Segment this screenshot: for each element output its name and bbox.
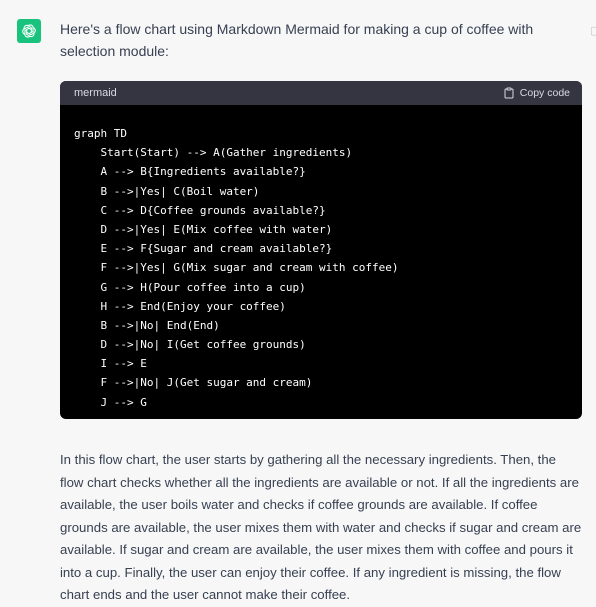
code-line: D -->|Yes| E(Mix coffee with water) bbox=[74, 222, 333, 236]
code-line: A --> B{Ingredients available?} bbox=[74, 165, 306, 179]
code-line: F -->|Yes| G(Mix sugar and cream with co… bbox=[74, 261, 399, 275]
code-line: J --> G bbox=[74, 395, 147, 409]
copy-code-button[interactable]: Copy code bbox=[503, 87, 570, 99]
assistant-avatar bbox=[17, 19, 41, 43]
code-line: C --> D{Coffee grounds available?} bbox=[74, 203, 326, 217]
message-action-icon[interactable]: ▢ bbox=[590, 26, 596, 36]
code-line: B -->|Yes| C(Boil water) bbox=[74, 184, 260, 198]
code-line: I --> E bbox=[74, 357, 147, 371]
code-block: mermaid Copy code graph TD Start(Start) … bbox=[60, 81, 582, 419]
clipboard-icon bbox=[504, 87, 514, 99]
code-header: mermaid Copy code bbox=[60, 81, 582, 105]
code-line: B -->|No| End(End) bbox=[74, 318, 220, 332]
openai-logo-icon bbox=[22, 24, 36, 38]
code-line: D -->|No| I(Get coffee grounds) bbox=[74, 338, 306, 352]
code-line: E --> F{Sugar and cream available?} bbox=[74, 242, 333, 256]
code-line: graph TD bbox=[74, 127, 127, 140]
code-line: G --> H(Pour coffee into a cup) bbox=[74, 280, 306, 294]
code-line: F -->|No| J(Get sugar and cream) bbox=[74, 376, 313, 390]
message-intro: Here's a flow chart using Markdown Merma… bbox=[60, 21, 534, 59]
code-line: Start(Start) --> A(Gather ingredients) bbox=[74, 146, 353, 160]
copy-code-label: Copy code bbox=[519, 87, 570, 99]
code-line: H --> End(Enjoy your coffee) bbox=[74, 299, 286, 313]
code-content[interactable]: graph TD Start(Start) --> A(Gather ingre… bbox=[60, 105, 582, 412]
message-explanation: In this flow chart, the user starts by g… bbox=[60, 452, 582, 602]
code-language-label: mermaid bbox=[74, 87, 117, 99]
